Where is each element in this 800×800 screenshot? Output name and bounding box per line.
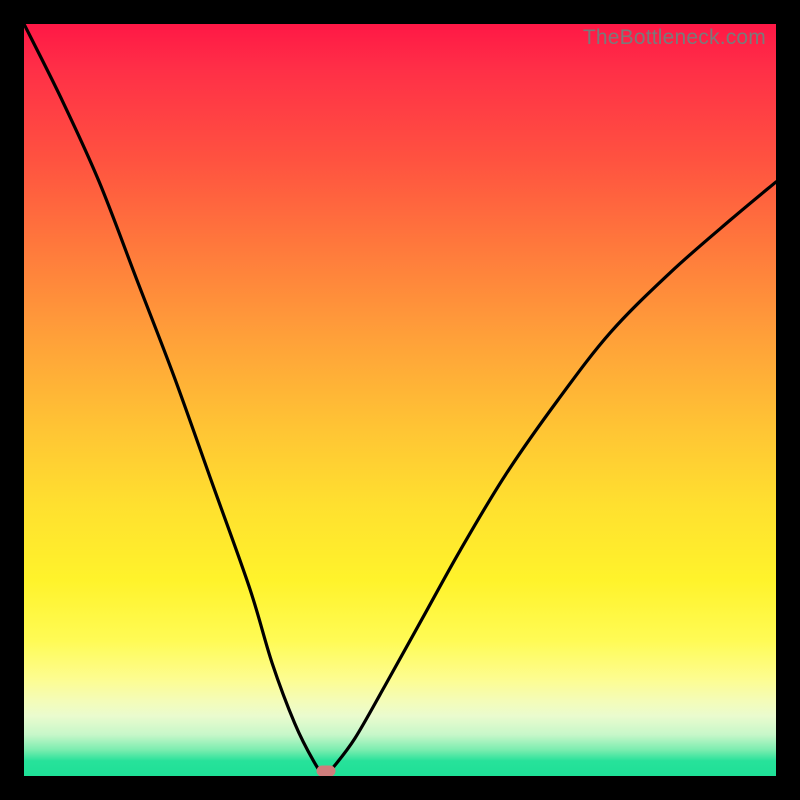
curve-path <box>24 24 776 776</box>
chart-frame: TheBottleneck.com <box>0 0 800 800</box>
minimum-marker <box>317 766 336 777</box>
bottleneck-curve <box>24 24 776 776</box>
plot-area: TheBottleneck.com <box>24 24 776 776</box>
watermark-label: TheBottleneck.com <box>583 26 766 50</box>
